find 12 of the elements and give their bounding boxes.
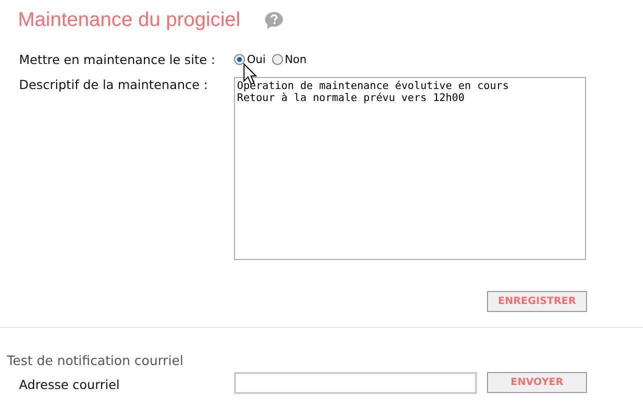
radio-button[interactable] bbox=[234, 54, 245, 65]
help-icon[interactable] bbox=[264, 10, 284, 30]
field-label: Descriptif de la maintenance : bbox=[19, 77, 209, 94]
field-label: Mettre en maintenance le site : bbox=[19, 52, 216, 67]
radio-option[interactable]: Non bbox=[272, 53, 307, 66]
section-title: Test de notification courriel bbox=[7, 354, 184, 369]
description-field[interactable]: Opération de maintenance évolutive en cours Retour à la normale prévu vers 12h00 bbox=[234, 77, 586, 260]
page-title: Maintenance du progiciel bbox=[18, 8, 240, 32]
field-label: Adresse courriel bbox=[19, 377, 121, 394]
radio-button[interactable] bbox=[272, 54, 283, 65]
radio-option[interactable]: Oui bbox=[234, 53, 266, 66]
email-field[interactable] bbox=[234, 372, 477, 394]
